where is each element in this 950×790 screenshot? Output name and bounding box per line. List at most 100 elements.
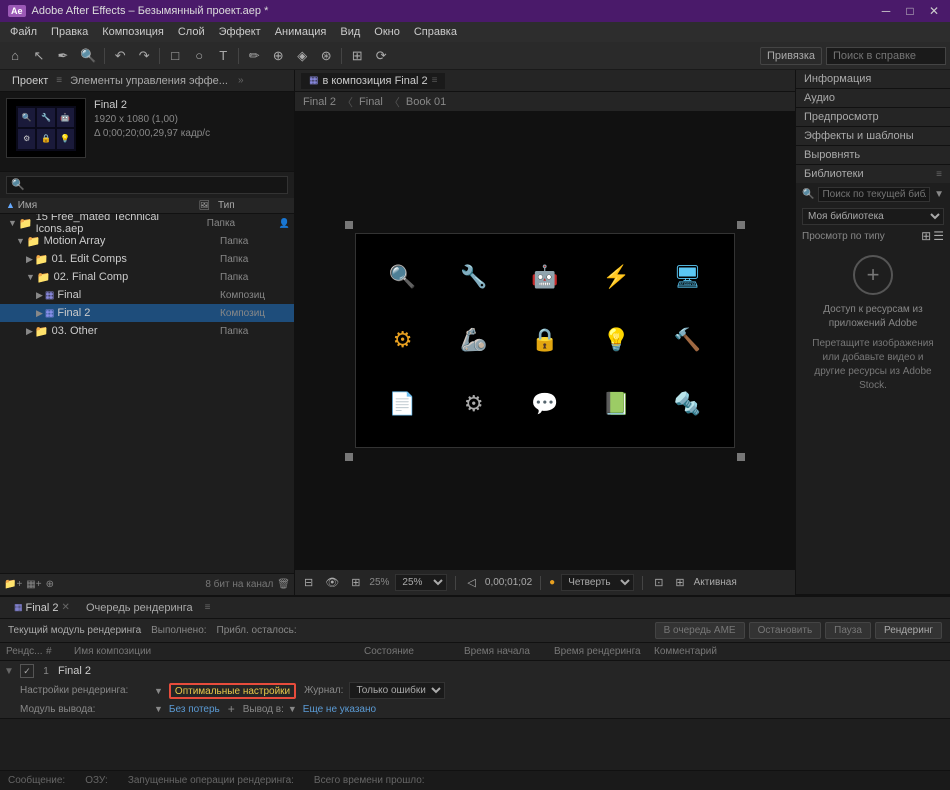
comp-tab-close[interactable]: ≡ <box>432 75 438 86</box>
menu-layer[interactable]: Слой <box>172 24 211 40</box>
text-tool[interactable]: T <box>212 46 234 65</box>
zoom-select[interactable]: 25% 50% 100% <box>395 574 447 591</box>
comp-ctrl-extra2[interactable]: ⊞ <box>672 575 687 590</box>
ctrl-sep-2 <box>540 576 541 590</box>
zoom-tool[interactable]: 🔍 <box>76 46 100 66</box>
render-settings-value[interactable]: Оптимальные настройки <box>169 683 296 699</box>
pen-tool[interactable]: ✒ <box>52 46 74 66</box>
rq-expand-arrow[interactable]: ▼ <box>4 666 16 677</box>
log-select[interactable]: Только ошибки Все <box>349 682 445 699</box>
preview-panel-title[interactable]: Предпросмотр <box>796 108 950 126</box>
redo-tool[interactable]: ↷ <box>133 46 155 66</box>
stop-button[interactable]: Остановить <box>749 622 822 639</box>
eraser-tool[interactable]: ◈ <box>291 46 313 66</box>
tree-item-final[interactable]: ▶ ▦ Final Композиц <box>0 286 294 304</box>
menu-effect[interactable]: Эффект <box>213 24 267 40</box>
maximize-button[interactable]: □ <box>902 4 918 18</box>
camera-tool[interactable]: ⊞ <box>346 46 368 66</box>
tree-arrow-03other[interactable]: ▶ <box>26 326 33 337</box>
tab1-close[interactable]: ✕ <box>62 602 70 613</box>
menu-animation[interactable]: Анимация <box>269 24 333 40</box>
quality-select[interactable]: Четверть Половина Полная <box>561 574 634 591</box>
add-resource-icon[interactable]: + <box>853 255 893 295</box>
output-to-value[interactable]: Еще не указано <box>303 704 376 715</box>
close-button[interactable]: ✕ <box>926 4 942 18</box>
comp-icon-tab: ▦ <box>14 602 23 613</box>
render-queue-header: Рендс... # Имя композиции Состояние Врем… <box>0 643 950 661</box>
comp-nav-final2[interactable]: Final 2 <box>303 96 336 108</box>
comp-ctrl-snap[interactable]: ⊟ <box>301 575 316 590</box>
new-item-btn[interactable]: ⊕ <box>46 579 54 590</box>
new-folder-btn[interactable]: 📁+ <box>4 579 22 590</box>
comp-ctrl-extra1[interactable]: ⊡ <box>651 575 666 590</box>
render-settings-arrow[interactable]: ▼ <box>154 686 163 696</box>
align-panel-title[interactable]: Выровнять <box>796 146 950 164</box>
help-search-input[interactable] <box>826 47 946 65</box>
comp-nav-final[interactable]: Final <box>359 96 383 108</box>
puppet-tool[interactable]: ⊛ <box>315 46 337 66</box>
lib-search-input[interactable] <box>818 187 930 202</box>
undo-tool[interactable]: ↶ <box>109 46 131 66</box>
menu-edit[interactable]: Правка <box>45 24 94 40</box>
trash-btn[interactable]: 🗑 <box>277 579 290 590</box>
tree-arrow-final2[interactable]: ▶ <box>36 308 43 319</box>
audio-panel-title[interactable]: Аудио <box>796 89 950 107</box>
pause-button[interactable]: Пауза <box>825 622 871 639</box>
tree-item-root[interactable]: ▼ 📁 15 Free_mated Technical Icons.aep Па… <box>0 214 294 232</box>
tree-arrow-motion[interactable]: ▼ <box>16 236 25 246</box>
menu-composition[interactable]: Композиция <box>96 24 170 40</box>
output-module-value[interactable]: Без потерь <box>169 704 220 715</box>
grid-view-btn[interactable]: ⊞ <box>921 229 931 243</box>
rq-checkbox[interactable]: ✓ <box>20 664 34 678</box>
shape-tool[interactable]: □ <box>164 46 186 65</box>
ame-queue-button[interactable]: В очередь AME <box>655 622 745 639</box>
comp-tab-final2[interactable]: ▦ в композиция Final 2 ≡ <box>301 73 445 89</box>
lib-name-select[interactable]: Моя библиотека <box>802 208 944 225</box>
render-tab-menu[interactable]: ≡ <box>205 602 211 613</box>
menu-window[interactable]: Окно <box>368 24 406 40</box>
home-tool[interactable]: ⌂ <box>4 46 26 65</box>
menu-help[interactable]: Справка <box>408 24 463 40</box>
tree-arrow-01edit[interactable]: ▶ <box>26 254 33 265</box>
tree-arrow-final[interactable]: ▶ <box>36 290 43 301</box>
window-controls[interactable]: ─ □ ✕ <box>878 4 942 18</box>
effects-panel-title[interactable]: Эффекты и шаблоны <box>796 127 950 145</box>
output-module-arrow[interactable]: ▼ <box>154 704 163 714</box>
tree-item-02final[interactable]: ▼ 📁 02. Final Comp Папка <box>0 268 294 286</box>
libraries-header[interactable]: Библиотеки ≡ <box>796 165 950 183</box>
comp-ctrl-time[interactable]: ◁ <box>464 575 478 590</box>
comp-ctrl-grid[interactable]: ⊞ <box>348 575 363 590</box>
libraries-menu-icon[interactable]: ≡ <box>936 169 942 180</box>
comp-controls: ⊟ 👁 ⊞ 25% 25% 50% 100% ◁ 0,00;01;02 ● Че… <box>295 569 795 595</box>
list-view-btn[interactable]: ☰ <box>933 229 944 243</box>
snap-button[interactable]: Привязка <box>760 47 822 65</box>
tab-effects-controls[interactable]: Элементы управления эффе... <box>64 73 234 89</box>
brush-tool[interactable]: ✏ <box>243 46 265 66</box>
tree-item-03other[interactable]: ▶ 📁 03. Other Папка <box>0 322 294 340</box>
lib-dropdown-icon[interactable]: ▼ <box>934 189 944 200</box>
render-button[interactable]: Рендеринг <box>875 622 942 639</box>
clone-tool[interactable]: ⊕ <box>267 46 289 66</box>
tab-project[interactable]: Проект <box>6 73 54 89</box>
project-search-input[interactable] <box>6 176 288 194</box>
info-panel-title[interactable]: Информация <box>796 70 950 88</box>
new-comp-btn[interactable]: ▦+ <box>26 579 41 590</box>
output-plus-icon[interactable]: + <box>228 702 235 716</box>
select-tool[interactable]: ↖ <box>28 46 50 66</box>
ellipse-tool[interactable]: ○ <box>188 46 210 65</box>
tree-item-motion-array[interactable]: ▼ 📁 Motion Array Папка <box>0 232 294 250</box>
render-tab-queue[interactable]: Очередь рендеринга <box>78 600 201 616</box>
tree-item-final2[interactable]: ▶ ▦ Final 2 Композиц <box>0 304 294 322</box>
output-to-arrow[interactable]: ▼ <box>288 704 297 714</box>
render-tab-final2[interactable]: ▦ Final 2 ✕ <box>6 600 78 616</box>
ctrl-sep-1 <box>455 576 456 590</box>
tree-item-01edit[interactable]: ▶ 📁 01. Edit Comps Папка <box>0 250 294 268</box>
menu-view[interactable]: Вид <box>334 24 366 40</box>
menu-file[interactable]: Файл <box>4 24 43 40</box>
tree-arrow-02final[interactable]: ▼ <box>26 272 35 282</box>
comp-ctrl-view[interactable]: 👁 <box>322 575 342 590</box>
orbit-tool[interactable]: ⟳ <box>370 46 392 66</box>
comp-nav-book01[interactable]: Book 01 <box>406 96 446 108</box>
tree-arrow-root[interactable]: ▼ <box>8 218 17 228</box>
minimize-button[interactable]: ─ <box>878 4 894 18</box>
